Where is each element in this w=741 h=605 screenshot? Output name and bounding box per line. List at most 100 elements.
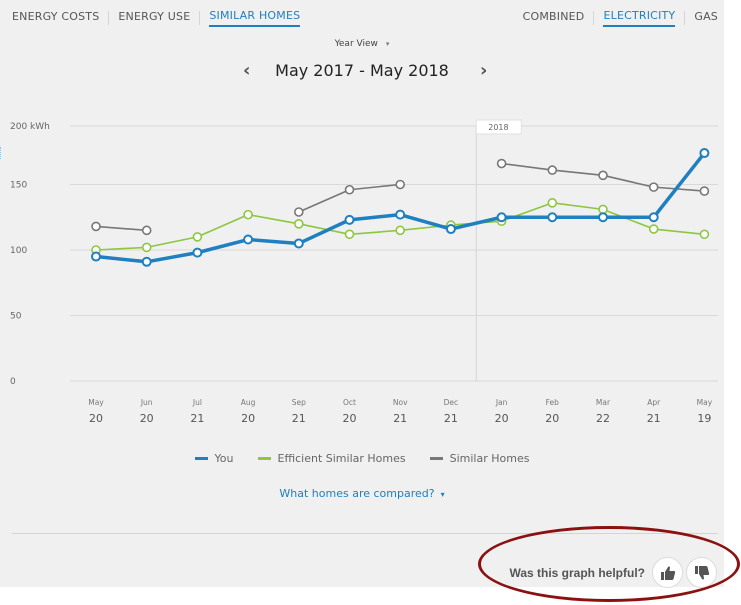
tab-combined[interactable]: COMBINED: [523, 10, 585, 26]
x-tick-day: 21: [393, 412, 407, 425]
data-point-you: [598, 212, 608, 223]
x-tick-day: 20: [140, 412, 154, 425]
data-point-similar-homes: [395, 179, 406, 190]
x-tick-day: 21: [190, 412, 204, 425]
fuel-tabs: COMBINED ELECTRICITY GAS: [523, 9, 718, 27]
data-point-efficient-similar-homes: [243, 209, 253, 220]
legend-swatch-efficient: [257, 457, 271, 460]
data-point-similar-homes: [598, 170, 608, 181]
x-tick-day: 19: [697, 412, 711, 425]
series-line-similar-homes: [95, 225, 147, 232]
feedback-question: Was this graph helpful?: [509, 565, 645, 580]
data-point-efficient-similar-homes: [293, 219, 304, 229]
report-tabs: ENERGY COSTS ENERGY USE SIMILAR HOMES: [12, 9, 301, 27]
tab-divider: [593, 11, 595, 25]
x-tick-month: Oct: [343, 398, 356, 407]
x-tick-day: 20: [545, 412, 559, 425]
y-tick-label: 100: [10, 246, 27, 256]
tab-energy-costs[interactable]: ENERGY COSTS: [12, 10, 99, 26]
x-tick-day: 21: [292, 412, 306, 425]
data-point-similar-homes: [547, 165, 558, 175]
x-tick-month: Aug: [241, 398, 256, 407]
what-homes-compared-link[interactable]: What homes are compared? ▾: [0, 487, 724, 500]
year-view-label: Year View: [334, 39, 378, 49]
tab-electricity[interactable]: ELECTRICITY: [603, 9, 676, 27]
x-tick-day: 20: [241, 412, 255, 425]
tab-divider: [108, 11, 110, 25]
legend-item-efficient-similar-homes: Efficient Similar Homes: [257, 452, 406, 465]
x-tick-month: Feb: [546, 398, 560, 407]
x-tick-month: Jun: [140, 398, 153, 407]
data-point-you: [243, 234, 254, 245]
date-range-label: May 2017 - May 2018: [275, 61, 449, 80]
data-point-similar-homes: [496, 158, 507, 169]
legend-swatch-similar: [429, 457, 443, 460]
chart-legend: You Efficient Similar Homes Similar Home…: [0, 452, 724, 465]
data-point-efficient-similar-homes: [395, 225, 406, 236]
x-tick-day: 21: [647, 412, 661, 425]
data-point-you: [395, 209, 406, 220]
data-point-you: [91, 251, 101, 262]
x-tick-month: May: [697, 398, 713, 407]
data-point-efficient-similar-homes: [344, 229, 355, 240]
chevron-down-icon: ▾: [385, 40, 390, 48]
compare-link-label: What homes are compared?: [279, 487, 435, 500]
data-point-you: [648, 212, 659, 223]
thumbs-down-icon: [694, 565, 709, 579]
tab-divider: [199, 11, 201, 25]
data-point-similar-homes: [293, 207, 304, 217]
data-point-you: [445, 224, 456, 235]
caret-down-icon: ▾: [440, 490, 445, 499]
x-tick-day: 20: [495, 412, 509, 425]
data-point-you: [699, 148, 710, 159]
y-tick-label: 50: [10, 312, 22, 322]
data-point-similar-homes: [699, 186, 710, 196]
legend-label: Efficient Similar Homes: [277, 452, 406, 465]
thumbs-down-button[interactable]: [686, 557, 717, 588]
legend-label: Similar Homes: [449, 452, 530, 465]
series-efficient-similar-homes: [91, 198, 710, 255]
data-point-you: [192, 247, 203, 258]
tab-similar-homes[interactable]: SIMILAR HOMES: [209, 9, 301, 27]
legend-item-similar-homes: Similar Homes: [429, 452, 530, 465]
data-point-efficient-similar-homes: [141, 242, 152, 253]
data-point-similar-homes: [91, 221, 101, 232]
data-point-efficient-similar-homes: [192, 232, 203, 242]
year-view-dropdown[interactable]: Year View ▾: [0, 39, 724, 49]
x-tick-month: May: [88, 398, 104, 407]
x-tick-month: Nov: [393, 398, 408, 407]
x-tick-month: Apr: [647, 398, 661, 407]
data-point-similar-homes: [141, 225, 152, 236]
next-period-button[interactable]: ›: [480, 60, 487, 81]
x-tick-day: 21: [444, 412, 458, 425]
chevron-right-icon: ›: [480, 60, 488, 81]
data-point-efficient-similar-homes: [547, 198, 558, 208]
legend-label: You: [214, 452, 234, 465]
section-divider: [12, 533, 718, 534]
x-tick-month: Mar: [596, 398, 611, 407]
thumbs-up-icon: [660, 566, 675, 580]
year-marker-label: 2018: [488, 123, 508, 132]
x-tick-month: Dec: [444, 398, 459, 407]
y-tick-label: 200 kWh: [10, 122, 50, 132]
legend-swatch-you: [194, 457, 208, 460]
feedback-prompt: Was this graph helpful?: [509, 557, 717, 588]
tab-gas[interactable]: GAS: [694, 10, 718, 26]
data-point-efficient-similar-homes: [598, 204, 608, 215]
legend-item-you: You: [194, 452, 234, 465]
data-point-efficient-similar-homes: [699, 229, 710, 240]
data-point-you: [293, 238, 304, 249]
data-point-similar-homes: [344, 184, 355, 195]
y-tick-label: 0: [10, 377, 16, 387]
series-line-you: [95, 151, 706, 264]
thumbs-up-button[interactable]: [652, 557, 683, 588]
series-you: [91, 148, 710, 267]
x-tick-month: Jul: [192, 398, 202, 407]
data-point-you: [496, 212, 507, 223]
tab-divider: [684, 11, 686, 25]
tab-energy-use[interactable]: ENERGY USE: [118, 10, 190, 26]
series-similar-homes: [91, 158, 710, 236]
data-point-you: [141, 256, 152, 267]
usage-comparison-chart: 0 50 100 150 200 kWh 2018 May 20 Jun 20 Jul 21 Aug…: [10, 119, 718, 425]
data-point-efficient-similar-homes: [648, 224, 659, 234]
